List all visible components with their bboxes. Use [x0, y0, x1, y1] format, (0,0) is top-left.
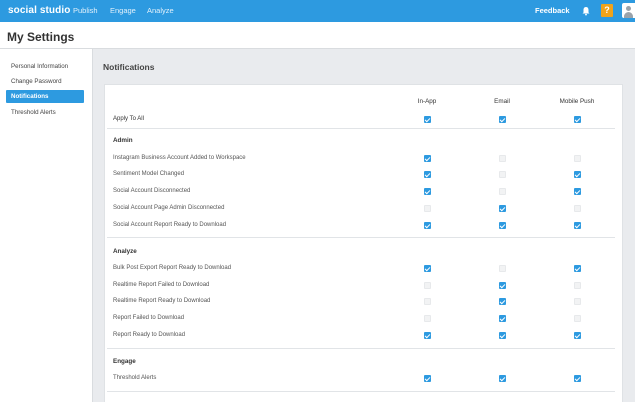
row-label: Realtime Report Failed to Download — [113, 282, 210, 288]
divider — [107, 128, 615, 129]
nav-engage[interactable]: Engage — [110, 6, 136, 15]
apply-all-mobile-push-checkbox[interactable] — [574, 116, 581, 123]
in-app-checkbox[interactable] — [424, 315, 431, 322]
email-checkbox[interactable] — [499, 155, 506, 162]
nav-publish[interactable]: Publish — [73, 6, 98, 15]
brand-logo[interactable]: social studio — [8, 5, 70, 16]
title-bar: My Settings — [0, 22, 635, 49]
row-label: Instagram Business Account Added to Work… — [113, 155, 246, 161]
column-mobile-push: Mobile Push — [559, 98, 595, 105]
nav-analyze[interactable]: Analyze — [147, 6, 174, 15]
divider — [107, 348, 615, 349]
mobile-push-checkbox[interactable] — [574, 375, 581, 382]
mobile-push-checkbox[interactable] — [574, 332, 581, 339]
sidebar: Personal Information Change Password Not… — [0, 49, 93, 402]
notifications-panel — [104, 84, 623, 402]
divider — [107, 391, 615, 392]
email-checkbox[interactable] — [499, 375, 506, 382]
sidebar-item-personal-information[interactable]: Personal Information — [6, 60, 84, 73]
sidebar-item-change-password[interactable]: Change Password — [6, 75, 84, 88]
in-app-checkbox[interactable] — [424, 375, 431, 382]
row-label: Threshold Alerts — [113, 375, 157, 381]
bell-icon[interactable] — [581, 6, 591, 16]
mobile-push-checkbox[interactable] — [574, 222, 581, 229]
mobile-push-checkbox[interactable] — [574, 265, 581, 272]
email-checkbox[interactable] — [499, 222, 506, 229]
mobile-push-checkbox[interactable] — [574, 315, 581, 322]
apply-to-all-label: Apply To All — [113, 116, 144, 122]
top-bar: social studio Publish Engage Analyze Fee… — [0, 0, 635, 22]
section-title-analyze: Analyze — [113, 248, 137, 255]
in-app-checkbox[interactable] — [424, 282, 431, 289]
email-checkbox[interactable] — [499, 265, 506, 272]
mobile-push-checkbox[interactable] — [574, 282, 581, 289]
in-app-checkbox[interactable] — [424, 188, 431, 195]
email-checkbox[interactable] — [499, 282, 506, 289]
in-app-checkbox[interactable] — [424, 332, 431, 339]
mobile-push-checkbox[interactable] — [574, 205, 581, 212]
mobile-push-checkbox[interactable] — [574, 155, 581, 162]
mobile-push-checkbox[interactable] — [574, 171, 581, 178]
feedback-link[interactable]: Feedback — [535, 6, 570, 15]
email-checkbox[interactable] — [499, 171, 506, 178]
mobile-push-checkbox[interactable] — [574, 188, 581, 195]
row-label: Report Ready to Download — [113, 332, 186, 338]
row-label: Social Account Report Ready to Download — [113, 222, 227, 228]
email-checkbox[interactable] — [499, 188, 506, 195]
row-label: Bulk Post Export Report Ready to Downloa… — [113, 265, 232, 271]
section-title-engage: Engage — [113, 358, 136, 365]
in-app-checkbox[interactable] — [424, 222, 431, 229]
row-label: Social Account Page Admin Disconnected — [113, 205, 225, 211]
mobile-push-checkbox[interactable] — [574, 298, 581, 305]
email-checkbox[interactable] — [499, 205, 506, 212]
in-app-checkbox[interactable] — [424, 171, 431, 178]
row-label: Realtime Report Ready to Download — [113, 298, 211, 304]
apply-all-in-app-checkbox[interactable] — [424, 116, 431, 123]
divider — [107, 237, 615, 238]
row-label: Sentiment Model Changed — [113, 171, 185, 177]
column-in-app: In-App — [417, 98, 437, 105]
sidebar-item-notifications[interactable]: Notifications — [6, 90, 84, 103]
page-title: My Settings — [7, 30, 75, 44]
email-checkbox[interactable] — [499, 298, 506, 305]
sidebar-item-threshold-alerts[interactable]: Threshold Alerts — [6, 106, 84, 119]
column-email: Email — [494, 98, 510, 105]
avatar-icon[interactable] — [622, 3, 635, 18]
row-label: Report Failed to Download — [113, 315, 185, 321]
email-checkbox[interactable] — [499, 332, 506, 339]
row-label: Social Account Disconnected — [113, 188, 191, 194]
in-app-checkbox[interactable] — [424, 155, 431, 162]
section-title-admin: Admin — [113, 137, 133, 144]
email-checkbox[interactable] — [499, 315, 506, 322]
in-app-checkbox[interactable] — [424, 265, 431, 272]
apply-all-email-checkbox[interactable] — [499, 116, 506, 123]
notifications-title: Notifications — [103, 62, 155, 72]
in-app-checkbox[interactable] — [424, 298, 431, 305]
in-app-checkbox[interactable] — [424, 205, 431, 212]
help-icon[interactable]: ? — [601, 4, 613, 17]
